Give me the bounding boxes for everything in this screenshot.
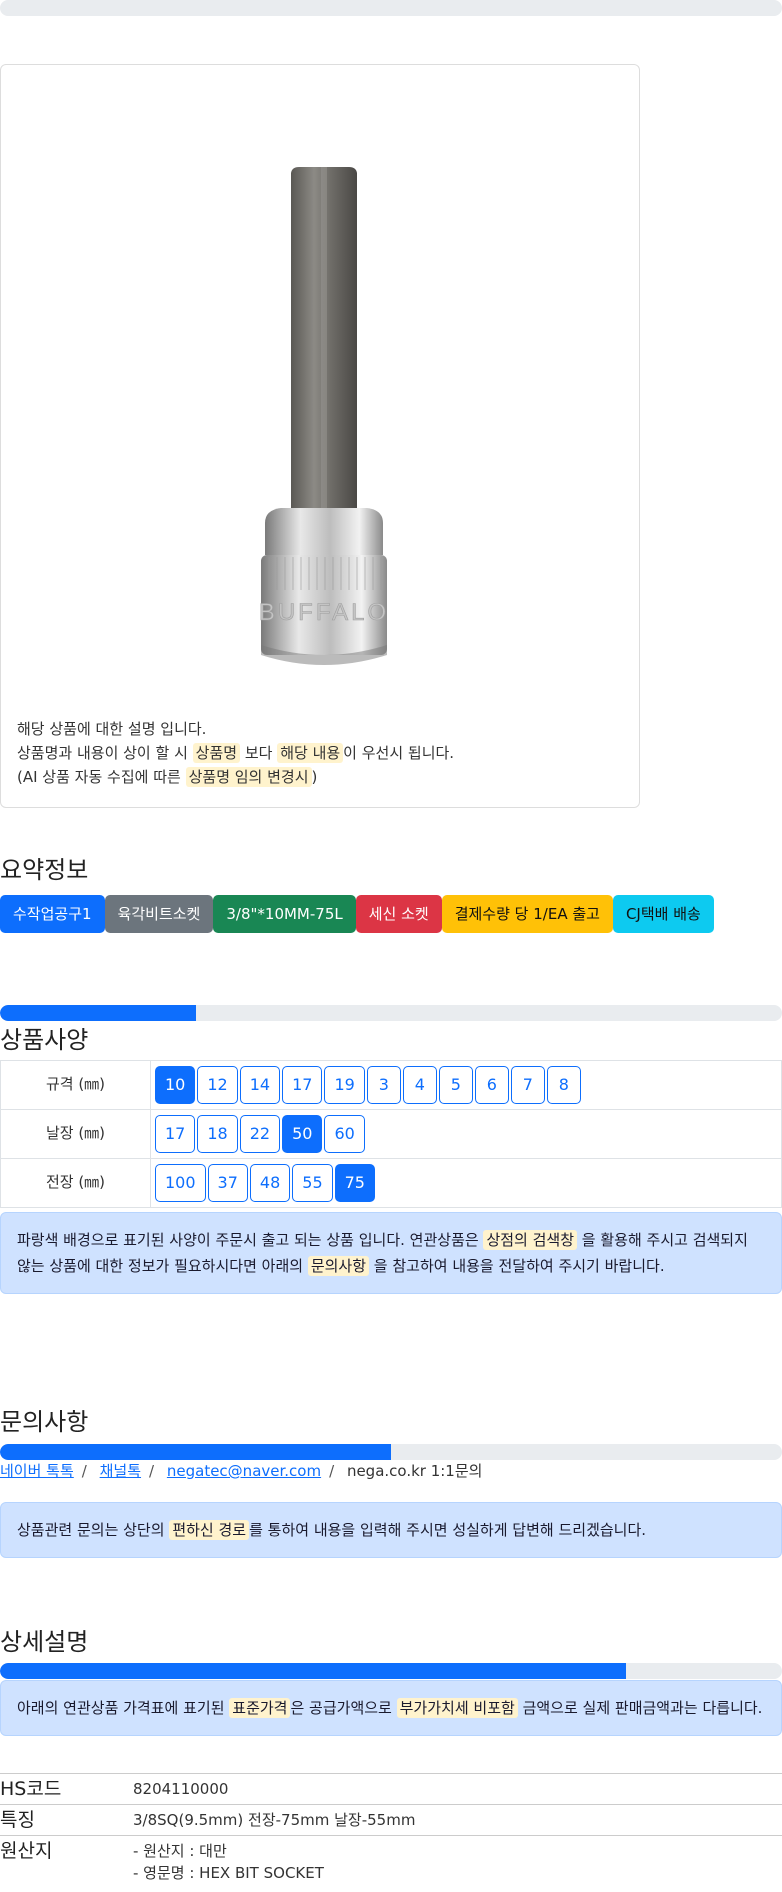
- summary-badge: 결제수량 당 1/EA 출고: [441, 895, 613, 933]
- spec-label: 규격 (㎜): [0, 1060, 151, 1110]
- summary-badge: CJ택배 배송: [612, 895, 714, 933]
- feature-value: 3/8SQ(9.5mm) 전장-75mm 날장-55mm: [133, 1804, 782, 1836]
- spec-option-chip[interactable]: 60: [324, 1115, 365, 1153]
- highlight-name-change: 상품명 임의 변경시: [185, 767, 312, 787]
- spec-label: 전장 (㎜): [0, 1158, 151, 1208]
- spec-option-chip[interactable]: 7: [510, 1066, 545, 1104]
- spec-row: 전장 (㎜) 100 37 48 55 75: [0, 1158, 782, 1208]
- site-inquiry-text: nega.co.kr 1:1문의: [346, 1462, 483, 1480]
- product-info-table: HS코드 8204110000 특징 3/8SQ(9.5mm) 전장-75mm …: [0, 1773, 782, 1888]
- spec-option-chip[interactable]: 5: [438, 1066, 473, 1104]
- spec-row: 날장 (㎜) 17 18 22 50 60: [0, 1109, 782, 1159]
- feature-label: 특징: [0, 1804, 133, 1836]
- spec-option-chip[interactable]: 10: [155, 1066, 196, 1104]
- desc-line-3: (AI 상품 자동 수집에 따른 상품명 임의 변경시): [17, 767, 318, 787]
- highlight-store-search: 상점의 검색창: [483, 1230, 578, 1250]
- spec-option-chip[interactable]: 22: [239, 1115, 281, 1153]
- specs-table: 규격 (㎜) 10 12 14 17 19 3 4 5 6 7 8 날장 (㎜) 17 18 22 50 60 전장…: [0, 1060, 782, 1208]
- hex-bit-socket-image: BUFFALO: [259, 167, 389, 665]
- spec-label: 날장 (㎜): [0, 1109, 151, 1159]
- spec-option-chip[interactable]: 100: [155, 1164, 206, 1202]
- english-name: - 영문명 : HEX BIT SOCKET: [133, 1864, 324, 1882]
- spec-option-chip[interactable]: 37: [207, 1164, 248, 1202]
- origin-country: - 원산지 : 대만: [133, 1842, 227, 1860]
- top-progress-bar: [0, 0, 782, 16]
- info-row-feature: 특징 3/8SQ(9.5mm) 전장-75mm 날장-55mm: [0, 1804, 782, 1836]
- svg-text:BUFFALO: BUFFALO: [259, 599, 389, 626]
- summary-badges: 수작업공구1 육각비트소켓 3/8"*10MM-75L 세신 소켓 결제수량 당 1/E…: [0, 895, 714, 933]
- highlight-content: 해당 내용: [277, 743, 344, 763]
- summary-badge: 육각비트소켓: [104, 895, 214, 933]
- detail-progress-bar: [0, 1663, 782, 1679]
- spec-option-chip[interactable]: 6: [474, 1066, 509, 1104]
- info-row-hs: HS코드 8204110000: [0, 1773, 782, 1805]
- spec-option-chip[interactable]: 17: [155, 1115, 196, 1153]
- highlight-route: 편하신 경로: [169, 1520, 250, 1540]
- channel-talk-link[interactable]: 채널톡: [100, 1462, 141, 1480]
- spec-option-chip[interactable]: 12: [197, 1066, 238, 1104]
- inquiry-notice: 상품관련 문의는 상단의 편하신 경로 를 통하여 내용을 입력해 주시면 성실하…: [0, 1502, 782, 1558]
- email-link[interactable]: negatec@naver.com: [167, 1462, 321, 1480]
- summary-badge: 3/8"*10MM-75L: [213, 895, 356, 933]
- info-row-origin: 원산지 - 원산지 : 대만 - 영문명 : HEX BIT SOCKET: [0, 1835, 782, 1888]
- spec-option-chip[interactable]: 55: [292, 1164, 333, 1202]
- desc-line-1: 해당 상품에 대한 설명 입니다.: [17, 720, 207, 738]
- specs-notice: 파랑색 배경으로 표기된 사양이 주문시 출고 되는 상품 입니다. 연관상품은…: [0, 1212, 782, 1294]
- spec-option-chip[interactable]: 19: [324, 1066, 365, 1104]
- spec-option-chip[interactable]: 48: [249, 1164, 291, 1202]
- summary-badge: 세신 소켓: [355, 895, 442, 933]
- product-image-card: BUFFALO 해당 상품에 대한 설명 입니다. 상품명과 내용이 상이 할 …: [0, 64, 640, 808]
- spec-row: 규격 (㎜) 10 12 14 17 19 3 4 5 6 7 8: [0, 1060, 782, 1110]
- inquiry-progress-bar: [0, 1444, 782, 1460]
- hs-code-value: 8204110000: [133, 1773, 782, 1805]
- inquiry-links: 네이버 톡톡 / 채널톡 / negatec@naver.com / nega.co.…: [0, 1462, 483, 1480]
- summary-badge: 수작업공구1: [0, 895, 105, 933]
- image-description: 해당 상품에 대한 설명 입니다. 상품명과 내용이 상이 할 시 상품명 보다…: [17, 717, 454, 789]
- specs-title: 상품사양: [0, 1026, 89, 1054]
- spec-option-chip[interactable]: 50: [282, 1115, 323, 1153]
- highlight-standard-price: 표준가격: [229, 1698, 291, 1718]
- naver-talk-link[interactable]: 네이버 톡톡: [0, 1462, 74, 1480]
- spec-option-chip[interactable]: 14: [239, 1066, 281, 1104]
- detail-notice: 아래의 연관상품 가격표에 표기된 표준가격 은 공급가액으로 부가가치세 비포함…: [0, 1680, 782, 1736]
- spec-option-chip[interactable]: 18: [197, 1115, 238, 1153]
- origin-label: 원산지: [0, 1835, 133, 1888]
- spec-option-chip[interactable]: 75: [334, 1164, 375, 1202]
- highlight-vat-excluded: 부가가치세 비포함: [396, 1698, 518, 1718]
- spec-option-chip[interactable]: 4: [402, 1066, 437, 1104]
- summary-title: 요약정보: [0, 856, 89, 884]
- highlight-product-name: 상품명: [192, 743, 241, 763]
- desc-line-2: 상품명과 내용이 상이 할 시 상품명 보다 해당 내용 이 우선시 됩니다.: [17, 743, 455, 763]
- inquiry-title: 문의사항: [0, 1408, 89, 1436]
- hs-code-label: HS코드: [0, 1773, 133, 1805]
- highlight-inquiry: 문의사항: [307, 1256, 370, 1276]
- detail-title: 상세설명: [0, 1628, 89, 1656]
- spec-option-chip[interactable]: 3: [366, 1066, 401, 1104]
- spec-option-chip[interactable]: 17: [282, 1066, 323, 1104]
- specs-progress-bar: [0, 1005, 782, 1021]
- spec-option-chip[interactable]: 8: [546, 1066, 581, 1104]
